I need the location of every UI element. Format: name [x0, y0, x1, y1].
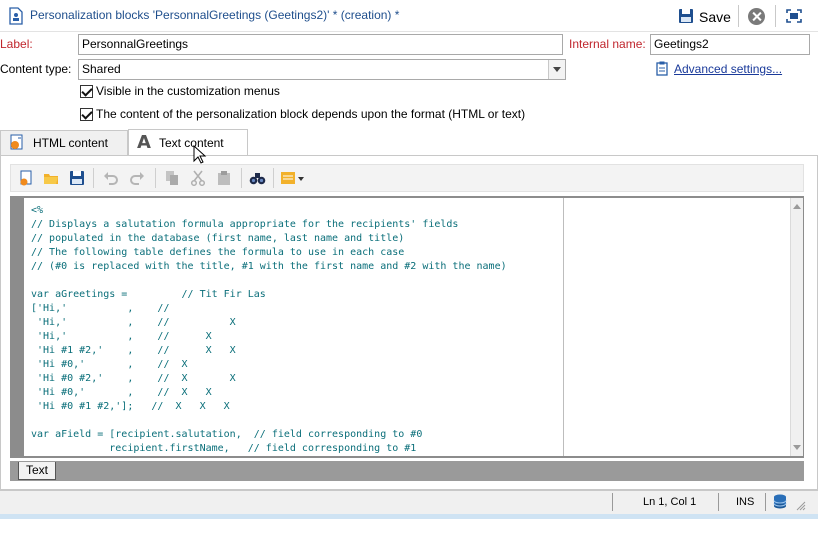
toolbar-separator — [273, 168, 274, 188]
content-type-select[interactable]: Shared — [78, 59, 566, 80]
toolbar-separator — [155, 168, 156, 188]
window-title: Personalization blocks 'PersonnalGreetin… — [30, 8, 400, 22]
depends-checkbox[interactable] — [80, 108, 93, 121]
vertical-scrollbar[interactable] — [790, 198, 803, 456]
toolbar-separator — [738, 5, 739, 27]
clipboard-icon — [656, 61, 668, 79]
label-caption: Label: — [0, 37, 33, 51]
internal-name-input[interactable]: Geetings2 — [650, 34, 810, 55]
internal-name-caption: Internal name: — [569, 37, 646, 51]
status-separator — [765, 493, 766, 511]
undo-icon[interactable] — [103, 170, 119, 186]
open-folder-icon[interactable] — [43, 170, 59, 186]
content-type-value: Shared — [82, 62, 121, 76]
cut-icon[interactable] — [190, 170, 206, 187]
copy-icon[interactable] — [164, 170, 180, 186]
insert-menu-icon[interactable] — [280, 170, 306, 186]
label-input[interactable]: PersonnalGreetings — [78, 34, 563, 55]
database-icon — [772, 494, 788, 513]
depends-checkbox-label: The content of the personalization block… — [96, 107, 526, 121]
code-editor[interactable]: <% // Displays a salutation formula appr… — [24, 198, 790, 456]
tab-html-content-label: HTML content — [33, 136, 108, 150]
tab-text[interactable]: Text — [18, 462, 56, 480]
text-format-icon: A — [137, 132, 151, 153]
insert-mode: INS — [736, 496, 755, 508]
scroll-up-icon[interactable] — [793, 204, 801, 209]
save-button[interactable]: Save — [678, 6, 731, 28]
tab-html-content[interactable]: HTML content — [0, 130, 128, 155]
floppy-icon — [678, 8, 694, 27]
html-file-icon — [9, 134, 25, 153]
tab-text-content[interactable]: A Text content — [128, 129, 248, 155]
tabs-divider — [0, 155, 818, 156]
resize-grip-icon[interactable] — [796, 500, 806, 514]
tab-text-content-label: Text content — [158, 135, 224, 150]
visible-checkbox-label: Visible in the customization menus — [96, 84, 280, 98]
find-binoculars-icon[interactable] — [249, 170, 266, 186]
redo-icon[interactable] — [129, 170, 145, 186]
editor-tab-strip — [10, 461, 804, 481]
paste-icon[interactable] — [216, 170, 232, 186]
new-file-icon[interactable] — [18, 170, 34, 186]
maximize-icon[interactable] — [786, 9, 802, 23]
window-border — [0, 514, 818, 519]
advanced-settings-link[interactable]: Advanced settings... — [674, 62, 782, 76]
mouse-cursor-icon — [193, 144, 207, 165]
scroll-down-icon[interactable] — [793, 445, 801, 450]
toolbar-separator — [241, 168, 242, 188]
content-type-caption: Content type: — [0, 62, 72, 76]
save-button-label: Save — [699, 9, 731, 25]
print-margin-line — [563, 198, 564, 456]
chevron-down-icon[interactable] — [548, 60, 565, 79]
code-text: <% // Displays a salutation formula appr… — [31, 205, 507, 454]
visible-checkbox[interactable] — [80, 85, 93, 98]
status-separator — [718, 493, 719, 511]
toolbar-separator — [775, 5, 776, 27]
save-icon[interactable] — [69, 170, 85, 186]
document-icon — [9, 7, 23, 25]
status-separator — [612, 493, 613, 511]
toolbar-separator — [93, 168, 94, 188]
cursor-position: Ln 1, Col 1 — [643, 496, 697, 508]
cancel-icon[interactable] — [748, 8, 765, 25]
